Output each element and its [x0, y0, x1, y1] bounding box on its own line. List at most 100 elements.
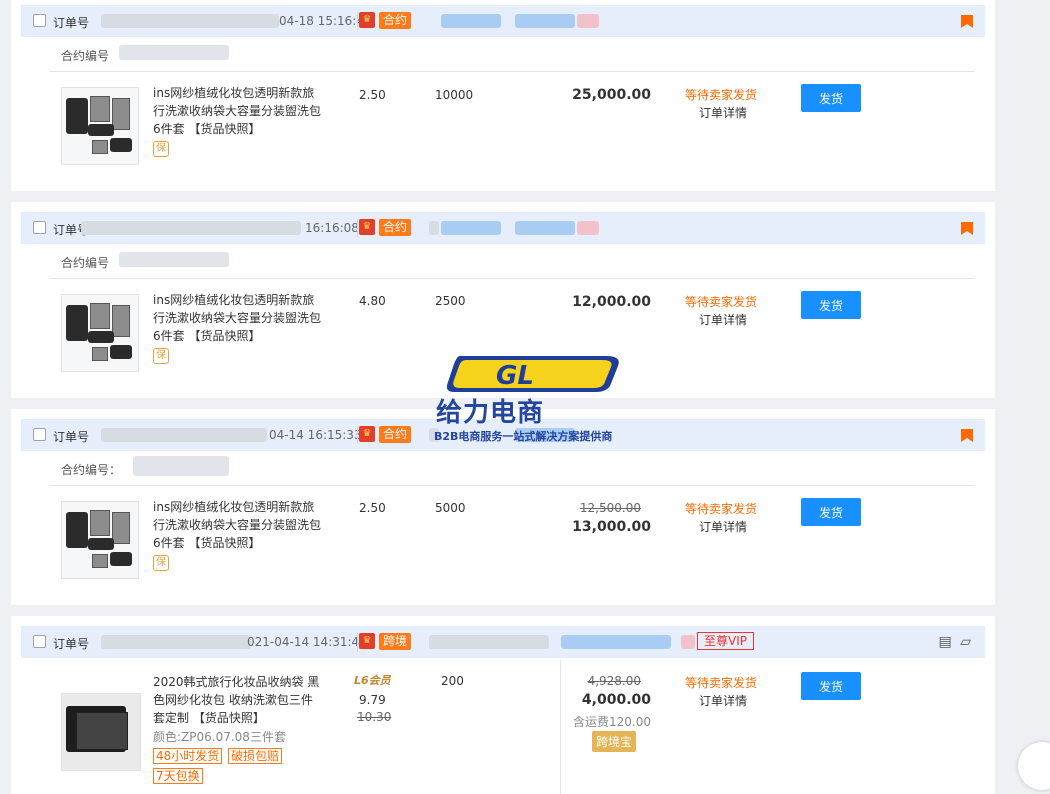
order-checkbox[interactable]	[33, 221, 46, 234]
ship-button[interactable]: 发货	[801, 291, 861, 319]
product-thumbnail[interactable]	[61, 294, 139, 372]
order-header: 订单号 04-18 15:16:41 ♛ 合约	[21, 5, 985, 37]
contract-no-label: 合约编号	[61, 49, 110, 63]
original-total: 4,928.00	[587, 674, 641, 688]
order-card-3: 订单号 04-14 16:15:33 ♛ 合约 合约编号： ins网纱植绒化妆包…	[11, 409, 995, 605]
guarantee-icon: 保	[153, 348, 169, 364]
redacted-contract-no	[133, 456, 229, 476]
row-divider	[49, 278, 975, 279]
product-thumbnail[interactable]	[61, 87, 139, 165]
redacted-buyer	[577, 14, 599, 28]
bookmark-icon[interactable]	[961, 15, 973, 28]
order-detail-link[interactable]: 订单详情	[699, 104, 747, 121]
crown-icon: ♛	[359, 12, 375, 28]
contract-no-label: 合约编号	[61, 256, 110, 270]
member-level-badge: L6会员	[354, 674, 391, 687]
product-title[interactable]: 2020韩式旅行化妆品收纳袋 黑色网纱化妆包 收纳洗漱包三件套定制 【货品快照】	[153, 673, 323, 727]
bookmark-icon[interactable]	[961, 429, 973, 442]
order-detail-link[interactable]: 订单详情	[699, 311, 747, 328]
service-badge: 48小时发货	[153, 748, 223, 764]
ship-button[interactable]: 发货	[801, 672, 861, 700]
guarantee-icon: 保	[153, 141, 169, 157]
product-title[interactable]: ins网纱植绒化妆包透明新款旅行洗漱收纳袋大容量分装盥洗包6件套 【货品快照】 …	[153, 498, 325, 571]
bookmark-icon[interactable]	[961, 222, 973, 235]
product-title[interactable]: ins网纱植绒化妆包透明新款旅行洗漱收纳袋大容量分装盥洗包6件套 【货品快照】 …	[153, 84, 325, 157]
vip-badge: 至尊VIP	[697, 632, 754, 650]
unit-price: 4.80	[359, 294, 386, 308]
order-status: 等待卖家发货	[685, 295, 758, 309]
order-time: 16:16:08	[305, 221, 359, 235]
redacted-buyer	[515, 221, 575, 235]
order-checkbox[interactable]	[33, 428, 46, 441]
redacted-order-no	[81, 221, 301, 235]
order-tag: 合约	[379, 219, 412, 236]
divider	[357, 426, 358, 444]
redacted-buyer	[561, 635, 671, 649]
redacted-buyer	[577, 221, 599, 235]
service-badges: 48小时发货 破损包赔	[153, 748, 284, 764]
original-total: 12,500.00	[579, 501, 641, 515]
redacted-order-no	[101, 635, 251, 649]
redacted-order-no	[101, 428, 267, 442]
quantity: 10000	[435, 88, 474, 102]
row-divider	[49, 485, 975, 486]
order-card-2: 订单号 16:16:08 ♛ 合约 合约编号 ins网纱植绒化妆包透明新款旅行洗…	[11, 202, 995, 398]
order-checkbox[interactable]	[33, 14, 46, 27]
redacted-contract-no	[119, 252, 229, 267]
order-header: 订单号 16:16:08 ♛ 合约	[21, 212, 985, 244]
row-divider	[49, 71, 975, 72]
guarantee-icon: 保	[153, 555, 169, 571]
product-attribute: 颜色:ZP06.07.08三件套	[153, 730, 286, 744]
crown-icon: ♛	[359, 219, 375, 235]
order-no-label: 订单号	[53, 637, 90, 651]
snapshot-link[interactable]: 【货品快照】	[188, 536, 260, 550]
redacted-buyer	[681, 635, 695, 649]
unit-price: 2.50	[359, 501, 386, 515]
order-no-label: 订单号	[53, 16, 90, 30]
order-header: 订单号 04-14 16:15:33 ♛ 合约	[21, 419, 985, 451]
product-thumbnail[interactable]	[61, 501, 139, 579]
divider	[357, 633, 358, 651]
product-title[interactable]: ins网纱植绒化妆包透明新款旅行洗漱收纳袋大容量分装盥洗包6件套 【货品快照】 …	[153, 291, 325, 364]
redacted-buyer	[429, 635, 549, 649]
order-detail-link[interactable]: 订单详情	[699, 518, 747, 535]
order-time: 04-14 16:15:33	[269, 428, 362, 442]
order-total: 25,000.00	[572, 87, 651, 103]
snapshot-link[interactable]: 【货品快照】	[188, 329, 260, 343]
order-time: 021-04-14 14:31:43	[247, 635, 367, 649]
quantity: 5000	[435, 501, 466, 515]
order-checkbox[interactable]	[33, 635, 46, 648]
order-header: 订单号 021-04-14 14:31:43 ♛ 跨境 至尊VIP ▤ ▱	[21, 626, 985, 658]
redacted-buyer	[515, 14, 575, 28]
crown-icon: ♛	[359, 633, 375, 649]
crown-icon: ♛	[359, 426, 375, 442]
redacted-buyer	[429, 221, 439, 235]
service-badge: 破损包赔	[228, 748, 283, 764]
snapshot-link[interactable]: 【货品快照】	[193, 711, 265, 725]
order-status: 等待卖家发货	[685, 88, 758, 102]
order-total: 12,000.00	[572, 294, 651, 310]
floating-avatar[interactable]	[1018, 742, 1050, 790]
unit-price: 2.50	[359, 88, 386, 102]
order-tag: 跨境	[379, 633, 412, 650]
contract-no-label: 合约编号：	[61, 463, 122, 477]
ship-button[interactable]: 发货	[801, 84, 861, 112]
column-divider	[560, 660, 561, 794]
order-status: 等待卖家发货	[685, 502, 758, 516]
divider	[357, 219, 358, 237]
message-icon[interactable]: ▤ ▱	[939, 634, 973, 650]
redacted-buyer	[441, 14, 501, 28]
order-detail-link[interactable]: 订单详情	[699, 692, 747, 709]
service-badge: 7天包换	[153, 768, 203, 784]
snapshot-link[interactable]: 【货品快照】	[188, 122, 260, 136]
order-total: 4,000.00	[581, 692, 651, 708]
order-status: 等待卖家发货	[685, 676, 758, 690]
order-total: 13,000.00	[572, 519, 651, 535]
redacted-order-no	[101, 14, 279, 28]
redacted-contract-no	[119, 45, 229, 60]
order-card-1: 订单号 04-18 15:16:41 ♛ 合约 合约编号 ins网纱植绒化妆包透…	[11, 0, 995, 191]
ship-button[interactable]: 发货	[801, 498, 861, 526]
cross-border-badge: 跨境宝	[592, 731, 637, 752]
product-thumbnail[interactable]	[61, 693, 141, 771]
order-card-4: 订单号 021-04-14 14:31:43 ♛ 跨境 至尊VIP ▤ ▱ 20…	[11, 616, 995, 794]
